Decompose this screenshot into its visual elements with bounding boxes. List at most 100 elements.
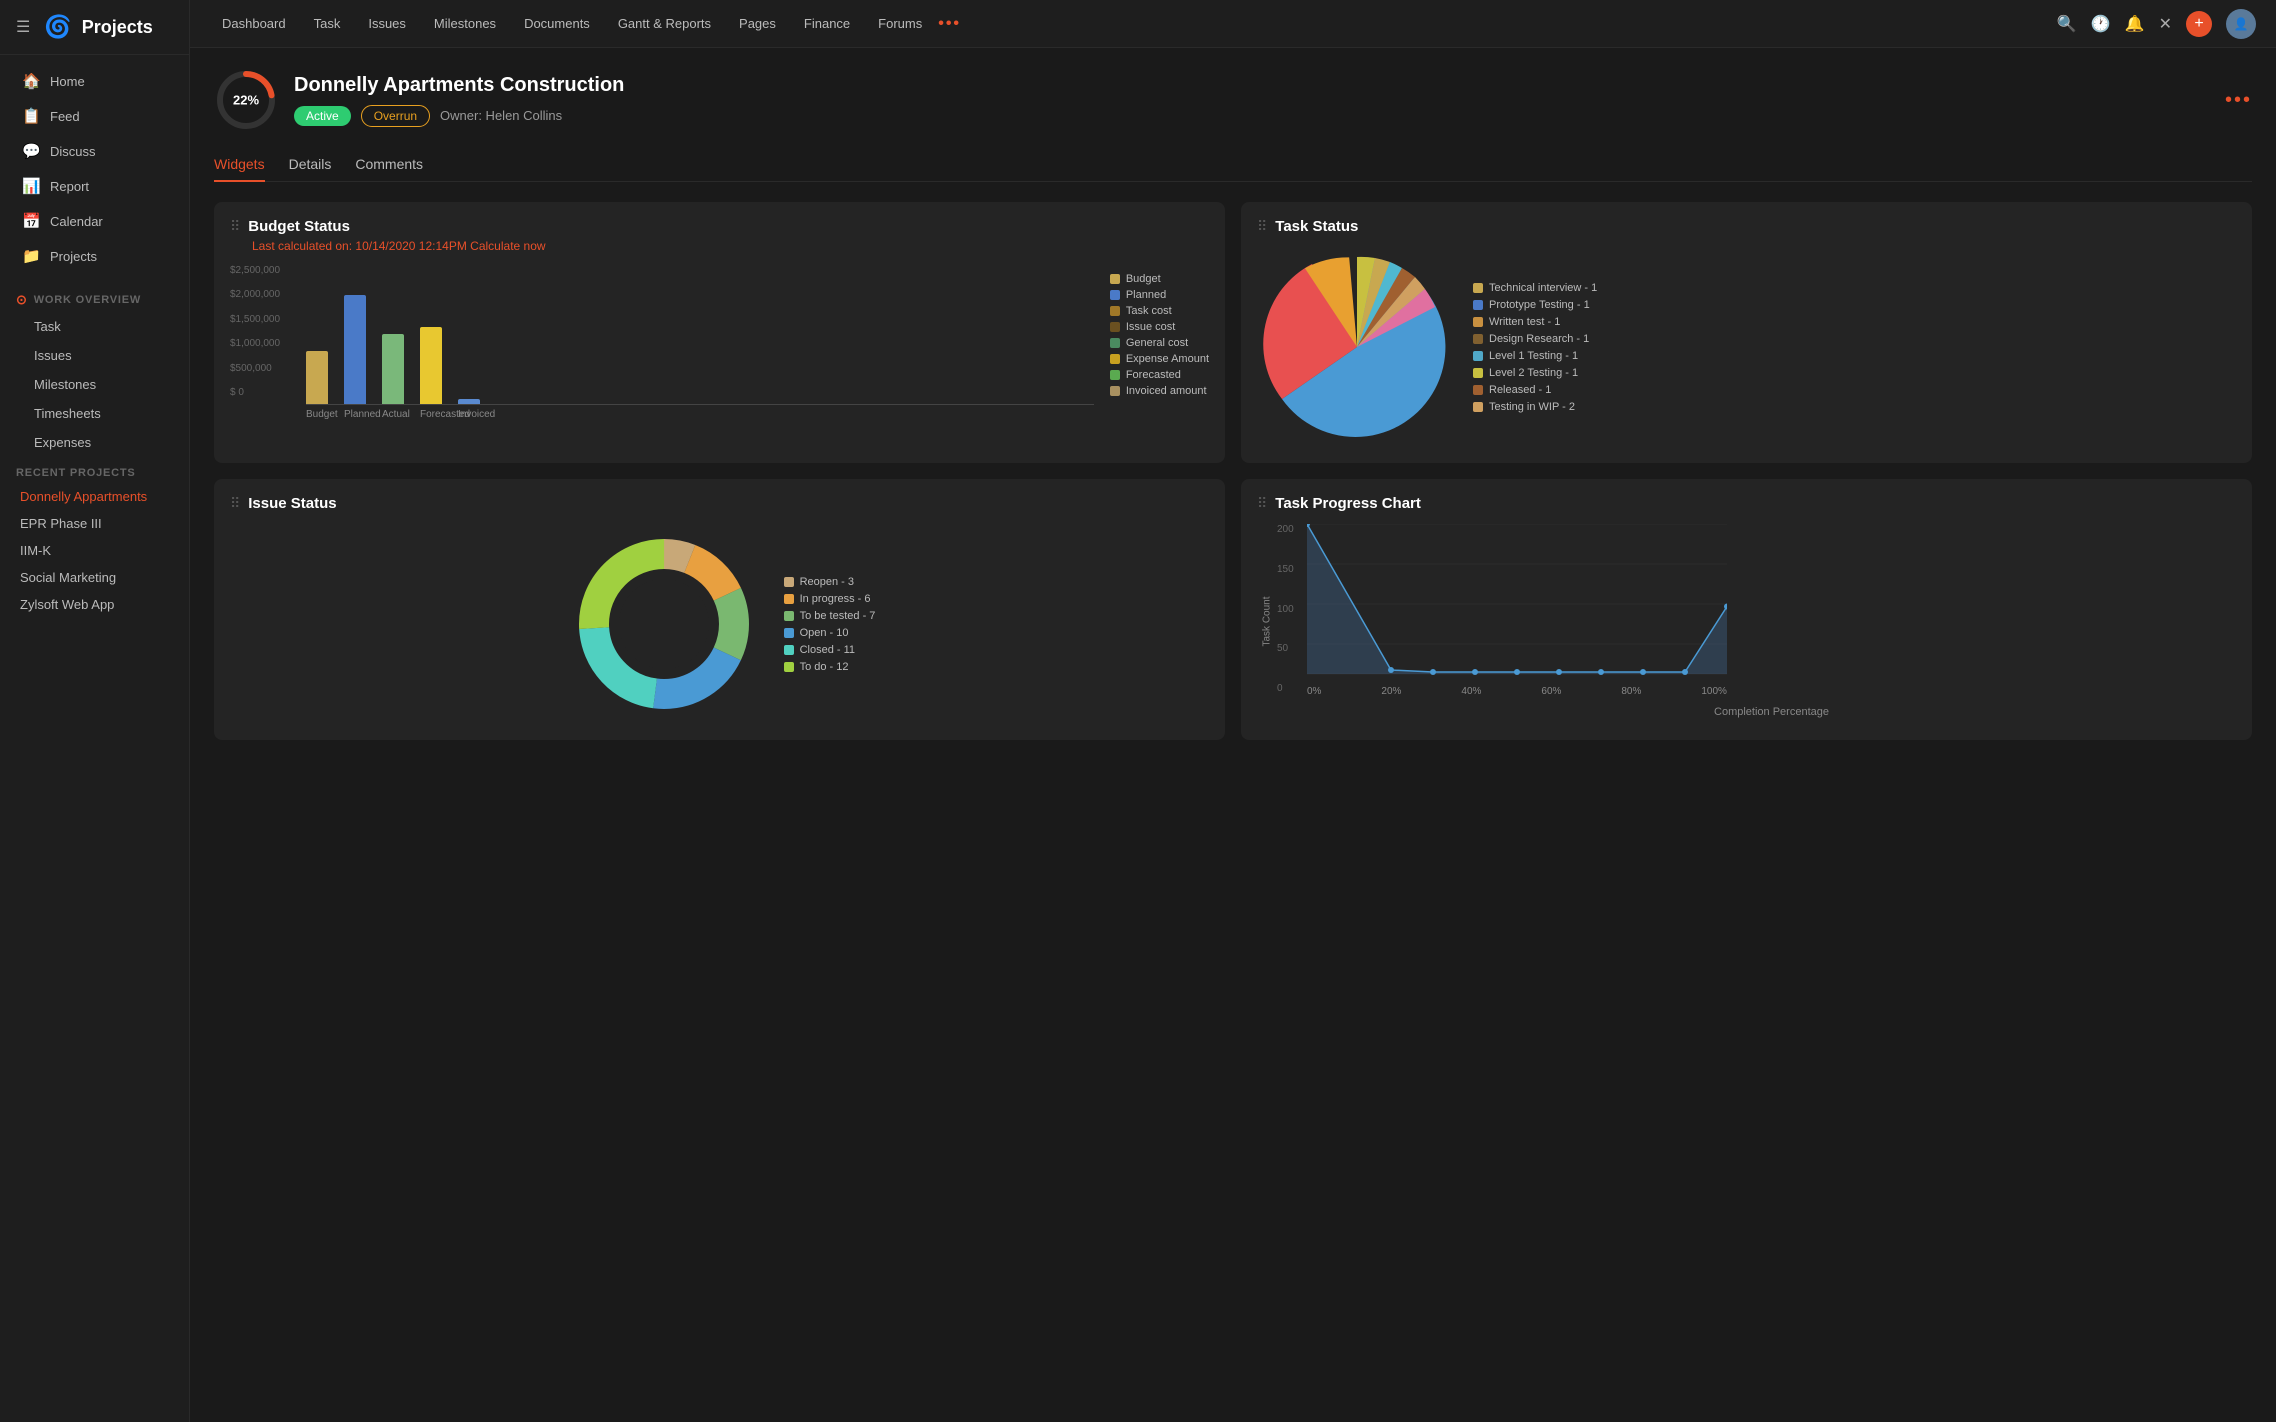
legend-generalcost: General cost [1110, 337, 1209, 349]
x-labels: Budget Planned Actual Forecasted Invoice… [306, 409, 1094, 420]
sidebar-item-projects[interactable]: 📁 Projects [6, 239, 183, 273]
legend-level1-testing: Level 1 Testing - 1 [1473, 350, 1597, 362]
topnav-issues[interactable]: Issues [356, 10, 418, 37]
tab-comments[interactable]: Comments [355, 148, 423, 182]
issue-donut-wrapper: Reopen - 3 In progress - 6 To be tested … [230, 524, 1209, 724]
legend-testing-wip: Testing in WIP - 2 [1473, 401, 1597, 413]
sidebar-item-expenses[interactable]: Expenses [6, 429, 183, 456]
sidebar-item-report[interactable]: 📊 Report [6, 169, 183, 203]
sidebar: ☰ 🌀 Projects 🏠 Home 📋 Feed 💬 Discuss 📊 R… [0, 0, 190, 1422]
topnav-forums[interactable]: Forums [866, 10, 934, 37]
recent-item-social[interactable]: Social Marketing [0, 564, 189, 591]
add-button[interactable]: + [2186, 11, 2212, 37]
recent-item-iimk[interactable]: IIM-K [0, 537, 189, 564]
recent-item-donnelly[interactable]: Donnelly Appartments [0, 483, 189, 510]
bar-budget [306, 351, 328, 404]
task-widget-header: ⠿ Task Status [1257, 218, 2236, 235]
bar-group-budget [306, 351, 328, 404]
budget-bar-chart: $2,500,000 $2,000,000 $1,500,000 $1,000,… [230, 265, 1094, 420]
topnav-gantt[interactable]: Gantt & Reports [606, 10, 723, 37]
y-label-2500k: $2,500,000 [230, 265, 302, 276]
x-label-budget: Budget [306, 409, 328, 420]
home-icon: 🏠 [22, 72, 40, 90]
legend-taskcost: Task cost [1110, 305, 1209, 317]
budget-grip-icon: ⠿ [230, 218, 240, 235]
progress-circle: 22% [214, 68, 278, 132]
legend-invoiced: Invoiced amount [1110, 385, 1209, 397]
xp-0: 0% [1307, 686, 1321, 697]
issue-status-legend: Reopen - 3 In progress - 6 To be tested … [784, 576, 876, 673]
project-info: Donnelly Apartments Construction Active … [294, 74, 624, 127]
topnav-dashboard[interactable]: Dashboard [210, 10, 298, 37]
sidebar-item-discuss[interactable]: 💬 Discuss [6, 134, 183, 168]
sidebar-item-issues[interactable]: Issues [6, 342, 183, 369]
bar-invoiced [458, 399, 480, 404]
recent-item-zylsoft[interactable]: Zylsoft Web App [0, 591, 189, 618]
app-title: Projects [82, 17, 153, 38]
xp-40: 40% [1461, 686, 1481, 697]
progress-label: 22% [233, 93, 259, 108]
legend-reopen: Reopen - 3 [784, 576, 876, 588]
sidebar-item-timesheets[interactable]: Timesheets [6, 400, 183, 427]
project-options-button[interactable]: ••• [2225, 89, 2252, 112]
hamburger-icon[interactable]: ☰ [16, 17, 30, 37]
topnav-milestones[interactable]: Milestones [422, 10, 508, 37]
tab-details[interactable]: Details [289, 148, 332, 182]
legend-expense: Expense Amount [1110, 353, 1209, 365]
bars-area [306, 265, 1094, 405]
work-overview-label: WORK OVERVIEW [34, 294, 141, 306]
projects-icon: 📁 [22, 247, 40, 265]
avatar[interactable]: 👤 [2226, 9, 2256, 39]
xp-100: 100% [1701, 686, 1727, 697]
topnav-documents[interactable]: Documents [512, 10, 602, 37]
topnav-pages[interactable]: Pages [727, 10, 788, 37]
legend-tech-interview: Technical interview - 1 [1473, 282, 1597, 294]
y-label-1000k: $1,000,000 [230, 338, 302, 349]
y-label-500k: $500,000 [230, 363, 302, 374]
feed-icon: 📋 [22, 107, 40, 125]
bell-icon[interactable]: 🔔 [2125, 14, 2145, 34]
task-progress-widget: ⠿ Task Progress Chart Task Count 200 150… [1241, 479, 2252, 740]
bar-planned [344, 295, 366, 404]
issue-widget-header: ⠿ Issue Status [230, 495, 1209, 512]
yp-100: 100 [1277, 604, 1305, 615]
sidebar-item-feed[interactable]: 📋 Feed [6, 99, 183, 133]
search-icon[interactable]: 🔍 [2057, 14, 2077, 34]
close-icon[interactable]: ✕ [2159, 14, 2172, 34]
bar-group-planned [344, 295, 366, 404]
task-grip-icon: ⠿ [1257, 218, 1267, 235]
budget-legend: Budget Planned Task cost Issue cost Gene… [1110, 273, 1209, 420]
topnav-task[interactable]: Task [302, 10, 353, 37]
recent-item-epr[interactable]: EPR Phase III [0, 510, 189, 537]
work-overview-section: ⊙ WORK OVERVIEW [0, 282, 189, 312]
legend-issuecost: Issue cost [1110, 321, 1209, 333]
yp-200: 200 [1277, 524, 1305, 535]
legend-level2-testing: Level 2 Testing - 1 [1473, 367, 1597, 379]
sidebar-item-calendar[interactable]: 📅 Calendar [6, 204, 183, 238]
content-area: 22% Donnelly Apartments Construction Act… [190, 48, 2276, 1422]
sidebar-item-task[interactable]: Task [6, 313, 183, 340]
progress-widget-header: ⠿ Task Progress Chart [1257, 495, 2236, 512]
top-nav: Dashboard Task Issues Milestones Documen… [190, 0, 2276, 48]
calculate-now-link[interactable]: Calculate now [470, 239, 545, 253]
sidebar-item-home[interactable]: 🏠 Home [6, 64, 183, 98]
issue-grip-icon: ⠿ [230, 495, 240, 512]
x-label-forecasted: Forecasted [420, 409, 442, 420]
legend-released: Released - 1 [1473, 384, 1597, 396]
clock-icon[interactable]: 🕐 [2091, 14, 2111, 34]
x-axis-title: Completion Percentage [1714, 706, 1829, 718]
xp-80: 80% [1621, 686, 1641, 697]
tab-widgets[interactable]: Widgets [214, 148, 265, 182]
legend-budget: Budget [1110, 273, 1209, 285]
x-label-planned: Planned [344, 409, 366, 420]
y-axis-label-wrapper: Task Count [1257, 524, 1277, 718]
xp-20: 20% [1381, 686, 1401, 697]
xp-60: 60% [1541, 686, 1561, 697]
topnav-finance[interactable]: Finance [792, 10, 862, 37]
legend-prototype-testing: Prototype Testing - 1 [1473, 299, 1597, 311]
calendar-icon: 📅 [22, 212, 40, 230]
legend-design-research: Design Research - 1 [1473, 333, 1597, 345]
sidebar-item-milestones[interactable]: Milestones [6, 371, 183, 398]
topnav-more-icon[interactable]: ••• [938, 15, 961, 33]
sidebar-item-label: Projects [50, 249, 97, 264]
